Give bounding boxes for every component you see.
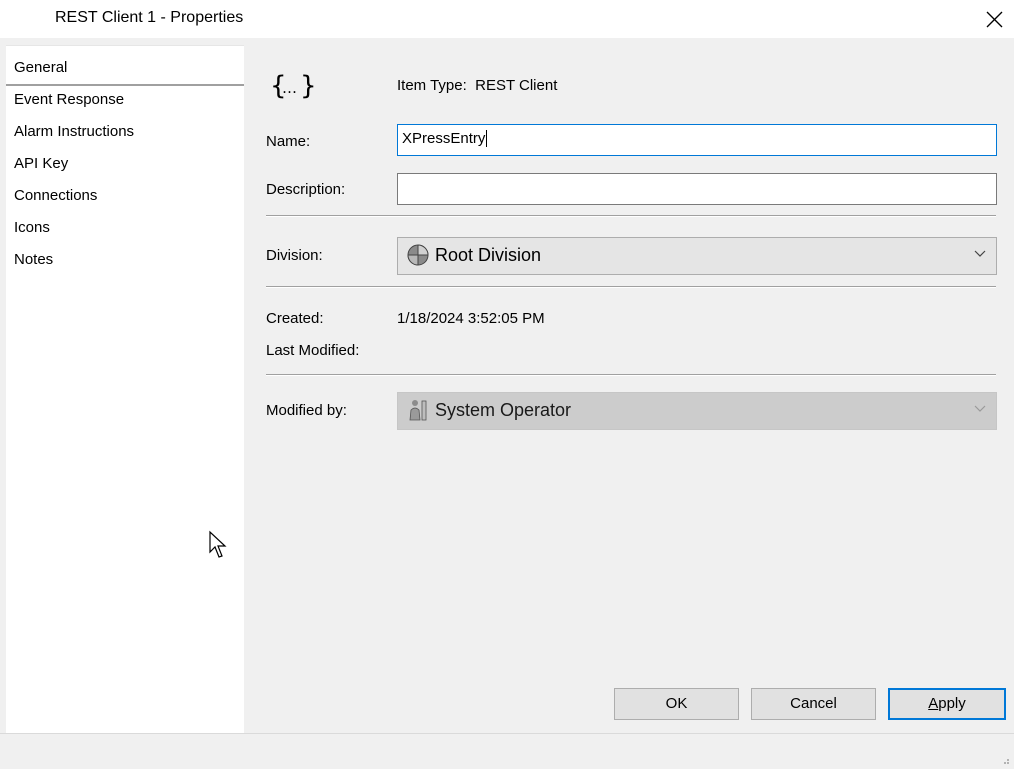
cancel-button[interactable]: Cancel [751, 688, 876, 720]
sidebar-top-divider [6, 45, 244, 46]
division-pie-icon [407, 244, 429, 266]
sidebar-item-event-response[interactable]: Event Response [14, 91, 124, 108]
item-type-value: REST Client [475, 77, 558, 94]
modified-by-dropdown[interactable]: System Operator [397, 392, 997, 430]
apply-accelerator: A [928, 695, 939, 712]
rest-client-braces-icon: { … } [270, 71, 317, 101]
modified-by-label: Modified by: [266, 402, 347, 419]
chevron-down-icon [974, 405, 986, 412]
name-input[interactable]: XPressEntry [397, 124, 997, 156]
description-label: Description: [266, 181, 346, 198]
item-type-caption: Item Type: [397, 77, 467, 94]
svg-text:}: } [300, 71, 317, 101]
divider-highlight [266, 216, 996, 217]
divider-highlight [266, 287, 996, 288]
close-icon [986, 11, 1003, 28]
created-label: Created: [266, 310, 324, 327]
modified-by-value: System Operator [435, 400, 572, 420]
divider-highlight [266, 375, 996, 376]
division-dropdown[interactable]: Root Division [397, 237, 997, 275]
properties-sidebar: General Event Response Alarm Instruction… [6, 45, 244, 733]
sidebar-item-alarm-instructions[interactable]: Alarm Instructions [14, 123, 134, 140]
division-label: Division: [266, 247, 323, 264]
title-bar: REST Client 1 - Properties [0, 0, 1014, 38]
division-value: Root Division [435, 245, 542, 265]
resize-grip-icon[interactable] [1000, 755, 1010, 765]
item-type-label: Item Type: REST Client [397, 77, 557, 94]
created-value: 1/18/2024 3:52:05 PM [397, 310, 545, 327]
chevron-down-icon [974, 250, 986, 257]
sidebar-item-icons[interactable]: Icons [14, 219, 50, 236]
sidebar-item-connections[interactable]: Connections [14, 187, 97, 204]
window-title: REST Client 1 - Properties [55, 9, 244, 26]
description-input[interactable] [397, 173, 997, 205]
close-button[interactable] [978, 2, 1012, 36]
last-modified-label: Last Modified: [266, 342, 360, 359]
sidebar-item-general[interactable]: General [14, 59, 67, 76]
ok-button[interactable]: OK [614, 688, 739, 720]
svg-text:…: … [282, 79, 297, 97]
name-label: Name: [266, 133, 311, 150]
sidebar-item-api-key[interactable]: API Key [14, 155, 68, 172]
apply-label: pply [938, 695, 966, 712]
text-caret [486, 129, 488, 147]
mouse-cursor-icon [209, 530, 227, 558]
name-input-value: XPressEntry [402, 130, 486, 147]
sidebar-active-underline [6, 84, 244, 86]
status-bar [0, 733, 1014, 769]
sidebar-item-notes[interactable]: Notes [14, 251, 53, 268]
apply-button[interactable]: Apply [888, 688, 1006, 720]
operator-person-icon [409, 400, 427, 421]
